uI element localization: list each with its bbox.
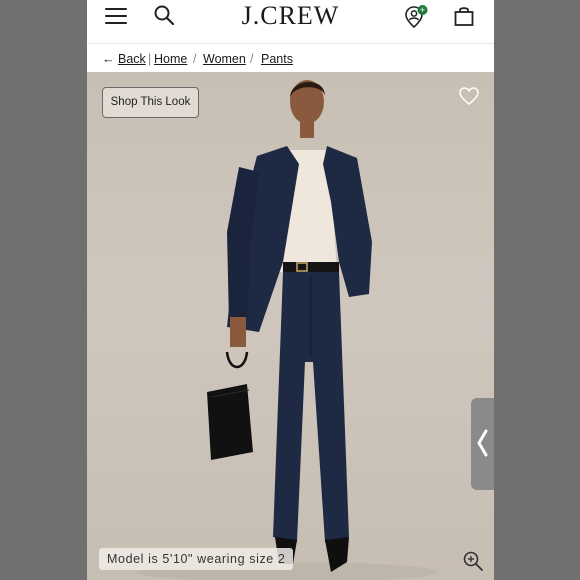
- side-drawer-tab[interactable]: [471, 398, 494, 490]
- back-link[interactable]: ← Back: [102, 52, 146, 66]
- breadcrumb-divider: |: [148, 52, 152, 66]
- account-badge: +: [420, 5, 425, 15]
- zoom-in-icon[interactable]: [462, 550, 484, 572]
- breadcrumb-women[interactable]: Women: [203, 52, 246, 66]
- model-size-caption: Model is 5'10" wearing size 2: [99, 548, 294, 570]
- mobile-page: J.CREW + ← Back | Home / Women / Pants S…: [87, 0, 494, 580]
- heart-icon[interactable]: [458, 86, 480, 106]
- breadcrumb-home[interactable]: Home: [154, 52, 187, 66]
- site-header: J.CREW +: [87, 0, 494, 44]
- brand-logo[interactable]: J.CREW: [87, 1, 494, 31]
- account-icon[interactable]: +: [403, 4, 429, 30]
- arrow-left-icon: ←: [102, 52, 115, 66]
- shopping-bag-icon[interactable]: [453, 5, 475, 27]
- breadcrumb: ← Back | Home / Women / Pants: [87, 45, 494, 72]
- product-image[interactable]: Shop This Look Model is 5'10" wearing si…: [87, 72, 494, 580]
- breadcrumb-pants[interactable]: Pants: [261, 52, 293, 66]
- shop-this-look-button[interactable]: Shop This Look: [102, 87, 199, 118]
- chevron-left-icon: [477, 429, 488, 457]
- model-figure: [137, 80, 437, 580]
- breadcrumb-separator: /: [193, 52, 197, 66]
- back-label[interactable]: Back: [118, 52, 146, 66]
- breadcrumb-separator: /: [250, 52, 254, 66]
